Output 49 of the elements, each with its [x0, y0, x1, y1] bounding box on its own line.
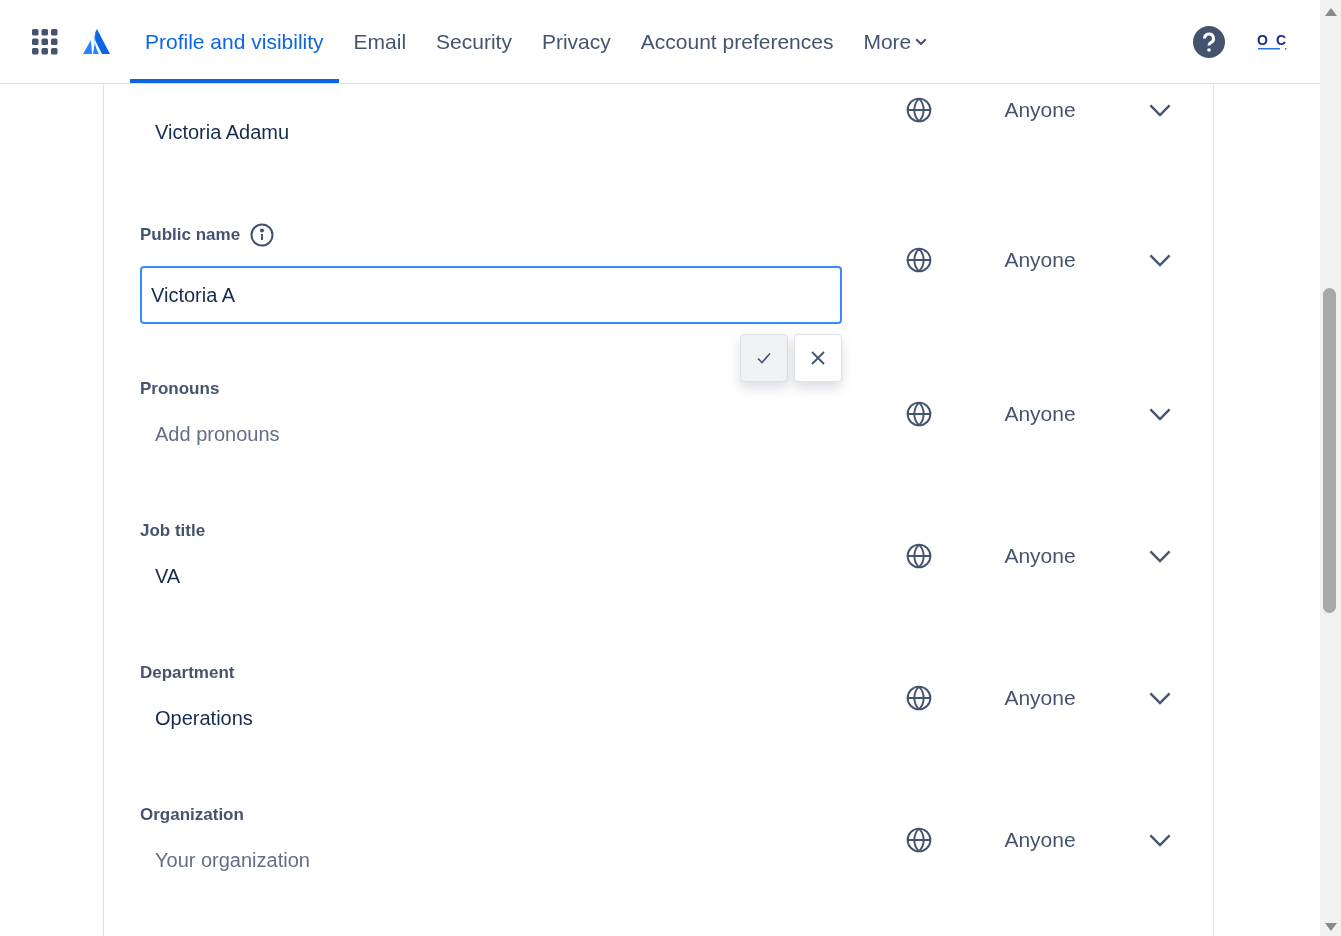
chevron-down-icon [1148, 406, 1172, 422]
field-label: Department [140, 663, 235, 683]
field-label: Organization [140, 805, 244, 825]
chevron-down-icon [1148, 832, 1172, 848]
field-placeholder[interactable]: Your organization [155, 849, 310, 872]
visibility-dropdown[interactable]: Anyone [906, 401, 1172, 427]
chevron-down-icon [1148, 252, 1172, 268]
chevron-down-icon [915, 37, 928, 46]
more-menu-button[interactable]: More [848, 0, 943, 83]
info-icon[interactable] [250, 223, 275, 247]
input-field[interactable]: Victoria A [140, 266, 842, 324]
chevron-down-icon [1148, 102, 1172, 118]
field-label: Job title [140, 521, 206, 541]
field-placeholder[interactable]: Add pronouns [155, 423, 280, 446]
check-icon [756, 350, 772, 366]
chevron-down-icon [1148, 690, 1172, 706]
visibility-dropdown[interactable]: Anyone [906, 685, 1172, 711]
cancel-button[interactable] [794, 334, 842, 382]
field-value[interactable]: VA [155, 565, 181, 588]
globe-icon [906, 401, 932, 427]
visibility-dropdown[interactable]: Anyone [906, 247, 1172, 273]
visibility-dropdown[interactable]: Anyone [906, 97, 1172, 123]
field-label: Pronouns [140, 379, 220, 399]
close-icon [810, 350, 826, 366]
globe-icon [906, 543, 932, 569]
visibility-dropdown[interactable]: Anyone [906, 543, 1172, 569]
logo-tagline-icon [1257, 47, 1288, 50]
field-value[interactable]: Victoria Adamu [155, 121, 290, 144]
chevron-down-icon [1148, 548, 1172, 564]
logo-icon[interactable] [82, 28, 110, 55]
nav-tab[interactable]: Email [338, 0, 422, 83]
avatar-logo[interactable]: O C [1257, 33, 1288, 50]
scrollbar-thumb[interactable] [1323, 288, 1336, 613]
globe-icon [906, 827, 932, 853]
field-label: Public name [140, 225, 241, 245]
scrollbar[interactable] [1320, 0, 1341, 936]
scroll-up-icon[interactable] [1324, 7, 1338, 17]
help-icon[interactable] [1193, 25, 1226, 58]
nav-tab[interactable]: Account preferences [625, 0, 849, 83]
nav-tab[interactable]: Privacy [526, 0, 626, 83]
app-grid-icon[interactable] [32, 28, 58, 55]
globe-icon [906, 685, 932, 711]
visibility-dropdown[interactable]: Anyone [906, 827, 1172, 853]
nav-tab[interactable]: Profile and visibility [130, 0, 339, 83]
globe-icon [906, 247, 932, 273]
globe-icon [906, 97, 932, 123]
nav-tab[interactable]: Security [421, 0, 527, 83]
scroll-down-icon[interactable] [1324, 922, 1338, 932]
field-value[interactable]: Operations [155, 707, 253, 730]
